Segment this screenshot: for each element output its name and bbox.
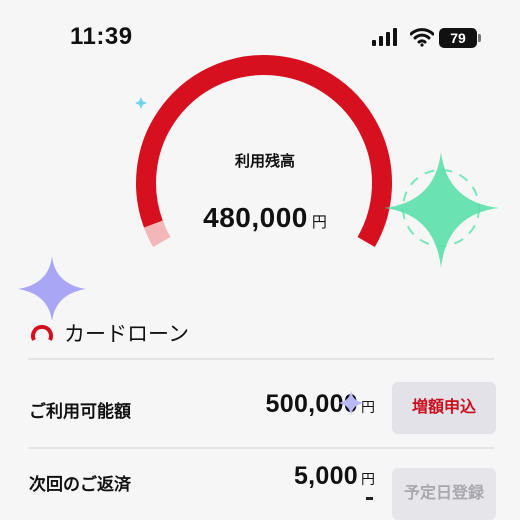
available-amount-label: ご利用可能額 xyxy=(29,402,131,421)
next-payment-value: 5,000 xyxy=(293,462,358,490)
next-payment-label: 次回のご返済 xyxy=(29,475,131,494)
section-title: カードローン xyxy=(64,323,189,346)
section-header: カードローン xyxy=(30,318,189,348)
divider xyxy=(28,358,494,360)
balance-amount-value: 480,000 xyxy=(203,202,308,233)
sparkle-small-icon xyxy=(135,100,147,106)
next-payment-date-placeholder xyxy=(366,497,373,500)
sparkle-purple-icon xyxy=(18,256,86,320)
increase-limit-button[interactable]: 増額申込 xyxy=(392,382,496,434)
next-payment-amount: 5,000 円 xyxy=(294,462,375,491)
balance-amount: 480,000 円 xyxy=(160,202,370,234)
balance-amount-unit: 円 xyxy=(311,214,327,231)
card-loan-logo-icon xyxy=(31,324,53,341)
next-payment-unit: 円 xyxy=(361,471,375,487)
balance-label: 利用残高 xyxy=(234,153,295,170)
sparkle-tiny-icon xyxy=(338,390,364,416)
sparkle-green-icon xyxy=(384,152,499,268)
divider xyxy=(28,447,494,449)
register-due-date-button[interactable]: 予定日登録 xyxy=(392,468,496,520)
